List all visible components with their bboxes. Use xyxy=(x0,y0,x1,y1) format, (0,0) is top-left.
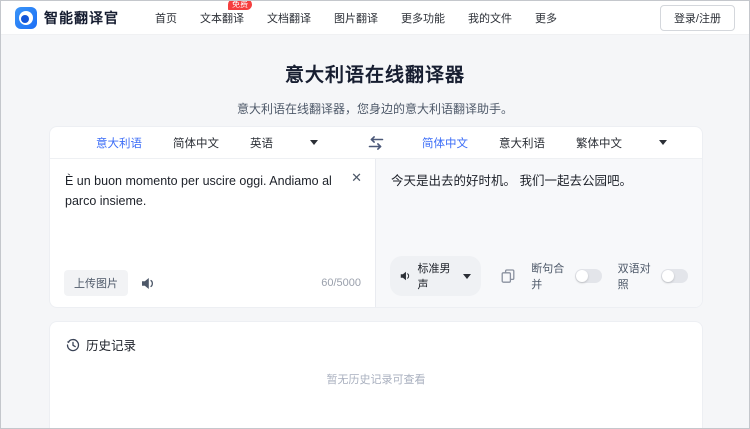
voice-select[interactable]: 标准男声 xyxy=(390,256,481,296)
bilingual-compare-toggle[interactable] xyxy=(661,269,688,283)
free-badge: 免费 xyxy=(228,0,252,10)
nav-item-more[interactable]: 更多 xyxy=(535,10,557,26)
tab-source-simplified-chinese[interactable]: 简体中文 xyxy=(173,135,219,151)
source-text-input[interactable]: È un buon momento per uscire oggi. Andia… xyxy=(50,159,375,212)
history-header: 历史记录 xyxy=(50,322,702,354)
bilingual-compare-label: 双语对照 xyxy=(618,260,655,292)
nav-item-more-features[interactable]: 更多功能 xyxy=(401,10,445,26)
history-empty-text: 暂无历史记录可查看 xyxy=(50,371,702,387)
nav-item-label: 文本翻译 xyxy=(200,13,244,25)
translation-output: 今天是出去的好时机。 我们一起去公园吧。 xyxy=(376,159,702,191)
swap-languages-button[interactable] xyxy=(368,127,385,159)
nav-item-my-files[interactable]: 我的文件 xyxy=(468,10,512,26)
voice-label: 标准男声 xyxy=(417,260,456,292)
char-counter: 60/5000 xyxy=(321,277,361,289)
tab-source-english[interactable]: 英语 xyxy=(250,135,273,151)
history-clock-icon xyxy=(66,338,80,352)
copy-icon[interactable] xyxy=(501,269,515,283)
page-subtitle: 意大利语在线翻译器，您身边的意大利语翻译助手。 xyxy=(1,100,749,117)
nav-item-document-translate[interactable]: 文档翻译 xyxy=(267,10,311,26)
nav-item-home[interactable]: 首页 xyxy=(155,10,177,26)
page-title: 意大利语在线翻译器 xyxy=(1,60,749,87)
sentence-merge-label: 断句合并 xyxy=(531,260,568,292)
top-navigation-bar: 智能翻译官 首页 文本翻译 免费 文档翻译 图片翻译 更多功能 我的文件 更多 … xyxy=(1,1,749,35)
source-speaker-icon[interactable] xyxy=(141,277,156,290)
source-language-chevron-down-icon[interactable] xyxy=(310,140,318,145)
nav-item-image-translate[interactable]: 图片翻译 xyxy=(334,10,378,26)
sentence-merge-toggle[interactable] xyxy=(575,269,602,283)
app-logo-icon xyxy=(15,7,37,29)
bilingual-compare-toggle-group: 双语对照 xyxy=(618,260,688,292)
app-window: 智能翻译官 首页 文本翻译 免费 文档翻译 图片翻译 更多功能 我的文件 更多 … xyxy=(0,0,750,429)
target-footer: 标准男声 断句合并 双语对照 xyxy=(376,256,702,307)
source-panel: È un buon momento per uscire oggi. Andia… xyxy=(50,159,376,307)
target-panel: 今天是出去的好时机。 我们一起去公园吧。 标准男声 xyxy=(376,159,702,307)
target-language-chevron-down-icon[interactable] xyxy=(659,140,667,145)
tab-target-simplified-chinese[interactable]: 简体中文 xyxy=(422,135,468,151)
source-footer: 上传图片 60/5000 xyxy=(50,270,375,307)
source-language-tabs: 意大利语 简体中文 英语 xyxy=(50,127,376,158)
tab-source-italian[interactable]: 意大利语 xyxy=(96,135,142,151)
main-nav: 首页 文本翻译 免费 文档翻译 图片翻译 更多功能 我的文件 更多 xyxy=(155,10,557,26)
translator-card: 意大利语 简体中文 英语 简体中文 意大利语 繁体中文 È un b xyxy=(49,126,703,308)
target-speaker-icon xyxy=(400,270,411,282)
brand-name: 智能翻译官 xyxy=(44,8,119,28)
brand[interactable]: 智能翻译官 xyxy=(15,7,119,29)
nav-item-text-translate[interactable]: 文本翻译 免费 xyxy=(200,10,244,26)
voice-chevron-down-icon xyxy=(463,274,471,279)
login-register-button[interactable]: 登录/注册 xyxy=(660,5,735,31)
history-title: 历史记录 xyxy=(86,335,136,354)
history-card: 历史记录 暂无历史记录可查看 xyxy=(49,321,703,429)
sentence-merge-toggle-group: 断句合并 xyxy=(531,260,601,292)
tab-target-italian[interactable]: 意大利语 xyxy=(499,135,545,151)
upload-image-button[interactable]: 上传图片 xyxy=(64,270,128,296)
clear-text-close-icon[interactable]: ✕ xyxy=(351,171,362,184)
target-language-tabs: 简体中文 意大利语 繁体中文 xyxy=(376,127,702,158)
tab-target-traditional-chinese[interactable]: 繁体中文 xyxy=(576,135,622,151)
translator-body: È un buon momento per uscire oggi. Andia… xyxy=(50,159,702,307)
language-tab-row: 意大利语 简体中文 英语 简体中文 意大利语 繁体中文 xyxy=(50,127,702,159)
hero-section: 意大利语在线翻译器 意大利语在线翻译器，您身边的意大利语翻译助手。 xyxy=(1,60,749,117)
